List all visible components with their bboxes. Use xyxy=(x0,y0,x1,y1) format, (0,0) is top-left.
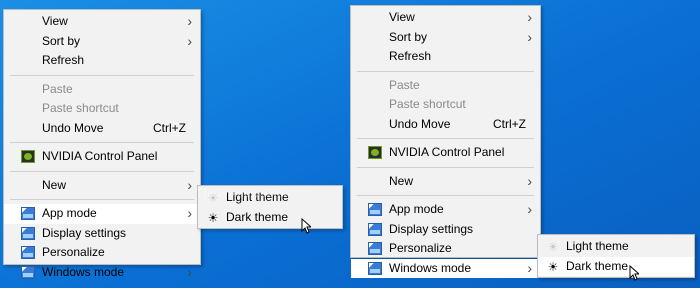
menu-item-label: Paste shortcut xyxy=(42,101,119,115)
menu-separator xyxy=(357,166,534,168)
menu-item-app-mode[interactable]: App mode › xyxy=(351,200,540,220)
menu-item-label: Personalize xyxy=(389,241,452,255)
chevron-right-icon: › xyxy=(187,32,192,49)
sun-light-icon: ☀ xyxy=(547,240,559,254)
menu-item-label: Display settings xyxy=(389,221,474,236)
menu-item-label: New xyxy=(389,173,414,188)
chevron-right-icon: › xyxy=(527,172,532,189)
menu-item-paste-shortcut[interactable]: Paste shortcut xyxy=(4,99,200,119)
chevron-right-icon: › xyxy=(527,28,532,45)
menu-item-label: Paste shortcut xyxy=(389,97,466,111)
menu-item-paste[interactable]: Paste xyxy=(4,80,200,100)
menu-item-personalize[interactable]: Personalize xyxy=(351,239,540,259)
display-icon xyxy=(21,226,35,240)
sun-dark-icon: ☀ xyxy=(547,259,559,274)
chevron-right-icon: › xyxy=(527,201,532,217)
menu-item-sort-by[interactable]: Sort by › xyxy=(351,28,540,48)
mouse-cursor-right xyxy=(629,265,639,281)
menu-item-label: App mode xyxy=(42,206,97,220)
menu-item-paste-shortcut[interactable]: Paste shortcut xyxy=(351,95,540,115)
menu-item-nvidia-control-panel[interactable]: NVIDIA Control Panel xyxy=(351,143,540,163)
menu-item-refresh[interactable]: Refresh xyxy=(351,47,540,67)
menu-separator xyxy=(357,138,534,139)
menu-item-label: Dark theme xyxy=(566,258,629,273)
right-context-menu: View › Sort by › Refresh Paste Paste shortcut U… xyxy=(350,5,541,278)
chevron-right-icon: › xyxy=(187,205,192,221)
sun-dark-icon: ☀ xyxy=(207,210,219,225)
shortcut-label: Ctrl+Z xyxy=(153,120,186,135)
menu-item-new[interactable]: New › xyxy=(351,172,540,192)
menu-item-view[interactable]: View › xyxy=(351,8,540,28)
menu-item-label: Paste xyxy=(42,81,73,96)
menu-item-new[interactable]: New › xyxy=(4,176,200,196)
menu-item-windows-mode[interactable]: Windows mode › xyxy=(4,263,200,283)
menu-item-dark-theme[interactable]: ☀ Dark theme xyxy=(198,208,342,228)
display-icon xyxy=(368,242,382,255)
menu-item-label: NVIDIA Control Panel xyxy=(389,145,505,159)
watermark-text: TheWindowsClub xyxy=(196,186,291,200)
display-icon xyxy=(368,261,382,275)
chevron-right-icon: › xyxy=(527,259,532,276)
menu-separator xyxy=(357,70,534,72)
menu-item-nvidia-control-panel[interactable]: NVIDIA Control Panel xyxy=(4,147,200,167)
menu-item-label: View xyxy=(389,10,415,24)
menu-item-view[interactable]: View › xyxy=(4,12,200,32)
display-icon xyxy=(21,265,35,279)
mouse-cursor-left xyxy=(301,218,311,234)
menu-item-label: Windows mode xyxy=(42,264,125,279)
display-icon xyxy=(368,222,382,236)
menu-item-label: Dark theme xyxy=(226,209,289,224)
nvidia-icon xyxy=(21,150,35,163)
chevron-right-icon: › xyxy=(187,176,192,193)
menu-item-paste[interactable]: Paste xyxy=(351,76,540,96)
menu-item-undo-move[interactable]: Undo Move Ctrl+Z xyxy=(351,115,540,135)
chevron-right-icon: › xyxy=(187,263,192,280)
chevron-right-icon: › xyxy=(527,9,532,25)
menu-item-label: Display settings xyxy=(42,225,127,240)
menu-separator xyxy=(10,199,194,200)
menu-item-light-theme[interactable]: ☀ Light theme xyxy=(538,237,694,257)
menu-item-label: Sort by xyxy=(42,33,81,48)
left-context-menu: View › Sort by › Refresh Paste Paste shortcut U… xyxy=(3,9,201,280)
display-icon xyxy=(368,203,382,216)
chevron-right-icon: › xyxy=(187,13,192,29)
menu-item-windows-mode[interactable]: Windows mode › xyxy=(351,258,540,278)
menu-separator xyxy=(357,195,534,196)
nvidia-icon xyxy=(368,146,382,159)
menu-item-label: Undo Move xyxy=(42,120,104,135)
menu-separator xyxy=(10,170,194,172)
menu-item-refresh[interactable]: Refresh xyxy=(4,51,200,71)
menu-separator xyxy=(10,142,194,143)
menu-item-label: Undo Move xyxy=(389,116,451,131)
right-windows-mode-submenu: ☀ Light theme ☀ Dark theme xyxy=(537,234,695,278)
menu-item-label: Refresh xyxy=(389,49,432,63)
menu-item-display-settings[interactable]: Display settings xyxy=(4,224,200,244)
menu-item-label: New xyxy=(42,177,67,192)
display-icon xyxy=(21,246,35,259)
menu-item-app-mode[interactable]: App mode › xyxy=(4,204,200,224)
menu-item-label: Sort by xyxy=(389,29,428,44)
menu-item-label: Personalize xyxy=(42,245,105,259)
menu-separator xyxy=(10,74,194,76)
menu-item-dark-theme[interactable]: ☀ Dark theme xyxy=(538,256,694,276)
menu-item-label: View xyxy=(42,14,68,28)
menu-item-undo-move[interactable]: Undo Move Ctrl+Z xyxy=(4,119,200,139)
menu-item-label: NVIDIA Control Panel xyxy=(42,149,158,163)
menu-item-label: Light theme xyxy=(566,239,629,253)
display-icon xyxy=(21,207,35,220)
menu-item-label: Windows mode xyxy=(389,260,472,275)
menu-item-label: App mode xyxy=(389,202,444,216)
menu-item-sort-by[interactable]: Sort by › xyxy=(4,32,200,52)
menu-item-personalize[interactable]: Personalize xyxy=(4,243,200,263)
shortcut-label: Ctrl+Z xyxy=(493,116,526,131)
menu-item-label: Refresh xyxy=(42,53,85,67)
menu-item-label: Paste xyxy=(389,77,420,92)
menu-item-display-settings[interactable]: Display settings xyxy=(351,220,540,240)
